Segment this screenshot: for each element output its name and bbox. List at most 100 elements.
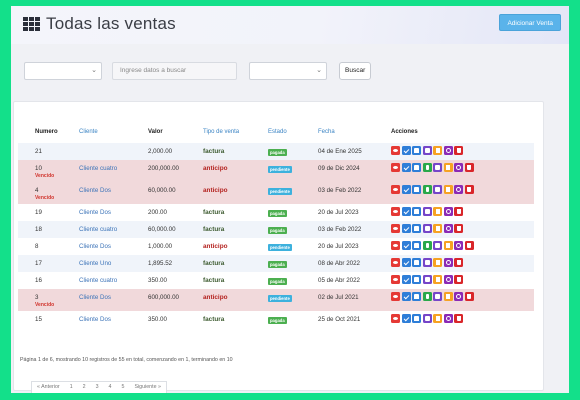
print-icon[interactable]: [412, 258, 421, 267]
cell-cliente: Cliente Dos: [79, 294, 111, 301]
print-icon[interactable]: [412, 314, 421, 323]
cloud-icon[interactable]: [433, 292, 442, 301]
print-icon[interactable]: [412, 241, 421, 250]
document-icon[interactable]: [443, 241, 453, 250]
check-icon[interactable]: [401, 146, 411, 155]
col-tipo[interactable]: Tipo de venta: [203, 124, 239, 141]
cloud-icon[interactable]: [422, 314, 432, 323]
cloud-icon[interactable]: [422, 258, 432, 267]
document-icon[interactable]: [433, 207, 442, 216]
col-valor[interactable]: Valor: [148, 124, 163, 141]
print-icon[interactable]: [412, 292, 421, 301]
view-icon[interactable]: [391, 163, 400, 172]
cloud-icon[interactable]: [422, 224, 432, 233]
check-icon[interactable]: [401, 258, 411, 267]
check-icon[interactable]: [401, 314, 411, 323]
col-fecha[interactable]: Fecha: [318, 124, 335, 141]
search-input[interactable]: Ingrese datos a buscar: [112, 62, 237, 80]
gear-icon[interactable]: [443, 275, 453, 284]
page-2[interactable]: 2: [78, 382, 91, 393]
col-cliente[interactable]: Cliente: [79, 124, 98, 141]
view-icon[interactable]: [391, 314, 400, 323]
money-icon[interactable]: [422, 163, 432, 172]
trash-icon[interactable]: [464, 163, 474, 172]
gear-icon[interactable]: [454, 163, 463, 172]
money-icon[interactable]: [422, 185, 432, 194]
money-icon[interactable]: [422, 241, 432, 250]
cell-numero: 16: [35, 277, 42, 284]
view-icon[interactable]: [391, 185, 400, 194]
cloud-icon[interactable]: [422, 275, 432, 284]
view-icon[interactable]: [391, 224, 400, 233]
trash-icon[interactable]: [454, 224, 463, 233]
trash-icon[interactable]: [464, 185, 474, 194]
trash-icon[interactable]: [464, 292, 474, 301]
page-1[interactable]: 1: [65, 382, 78, 393]
check-icon[interactable]: [401, 163, 411, 172]
cloud-icon[interactable]: [433, 185, 442, 194]
gear-icon[interactable]: [443, 146, 453, 155]
page-3[interactable]: 3: [91, 382, 104, 393]
cloud-icon[interactable]: [422, 207, 432, 216]
print-icon[interactable]: [412, 146, 421, 155]
check-icon[interactable]: [401, 292, 411, 301]
trash-icon[interactable]: [454, 258, 463, 267]
document-icon[interactable]: [443, 292, 453, 301]
document-icon[interactable]: [433, 314, 442, 323]
gear-icon[interactable]: [443, 258, 453, 267]
gear-icon[interactable]: [443, 224, 453, 233]
view-icon[interactable]: [391, 275, 400, 284]
view-icon[interactable]: [391, 207, 400, 216]
view-icon[interactable]: [391, 292, 400, 301]
check-icon[interactable]: [401, 224, 411, 233]
gear-icon[interactable]: [454, 241, 463, 250]
document-icon[interactable]: [433, 146, 442, 155]
check-icon[interactable]: [401, 207, 411, 216]
gear-icon[interactable]: [443, 207, 453, 216]
trash-icon[interactable]: [454, 207, 463, 216]
col-numero[interactable]: Numero: [35, 124, 58, 141]
document-icon[interactable]: [433, 258, 442, 267]
document-icon[interactable]: [433, 224, 442, 233]
filter-select-left[interactable]: ⌄: [24, 62, 102, 80]
print-icon[interactable]: [412, 207, 421, 216]
page-5[interactable]: 5: [117, 382, 130, 393]
filter-bar: ⌄ Ingrese datos a buscar ⌄ Buscar: [11, 62, 569, 82]
page-prev[interactable]: « Anterior: [32, 382, 65, 393]
check-icon[interactable]: [401, 241, 411, 250]
money-icon[interactable]: [422, 292, 432, 301]
trash-icon[interactable]: [464, 241, 474, 250]
gear-icon[interactable]: [454, 292, 463, 301]
check-icon[interactable]: [401, 275, 411, 284]
document-icon[interactable]: [433, 275, 442, 284]
cell-cliente: Cliente Dos: [79, 187, 111, 194]
cloud-icon[interactable]: [433, 241, 442, 250]
status-badge: pagada: [268, 227, 287, 234]
grid-menu-icon[interactable]: [23, 17, 41, 31]
page-next[interactable]: Siguiente »: [129, 382, 166, 393]
view-icon[interactable]: [391, 241, 400, 250]
cell-fecha: 02 de Jul 2021: [318, 294, 359, 301]
cloud-icon[interactable]: [422, 146, 432, 155]
print-icon[interactable]: [412, 275, 421, 284]
page-4[interactable]: 4: [104, 382, 117, 393]
trash-icon[interactable]: [454, 146, 463, 155]
trash-icon[interactable]: [454, 275, 463, 284]
gear-icon[interactable]: [443, 314, 453, 323]
print-icon[interactable]: [412, 163, 421, 172]
add-sale-button[interactable]: Adicionar Venta: [499, 14, 561, 31]
cloud-icon[interactable]: [433, 163, 442, 172]
print-icon[interactable]: [412, 185, 421, 194]
print-icon[interactable]: [412, 224, 421, 233]
document-icon[interactable]: [443, 163, 453, 172]
check-icon[interactable]: [401, 185, 411, 194]
table-row: 10 Vencido Cliente cuatro 200,000.00 anticip…: [18, 160, 534, 182]
filter-select-right[interactable]: ⌄: [249, 62, 327, 80]
view-icon[interactable]: [391, 146, 400, 155]
col-estado[interactable]: Estado: [268, 124, 287, 141]
view-icon[interactable]: [391, 258, 400, 267]
document-icon[interactable]: [443, 185, 453, 194]
gear-icon[interactable]: [454, 185, 463, 194]
search-button[interactable]: Buscar: [339, 62, 372, 80]
trash-icon[interactable]: [454, 314, 463, 323]
